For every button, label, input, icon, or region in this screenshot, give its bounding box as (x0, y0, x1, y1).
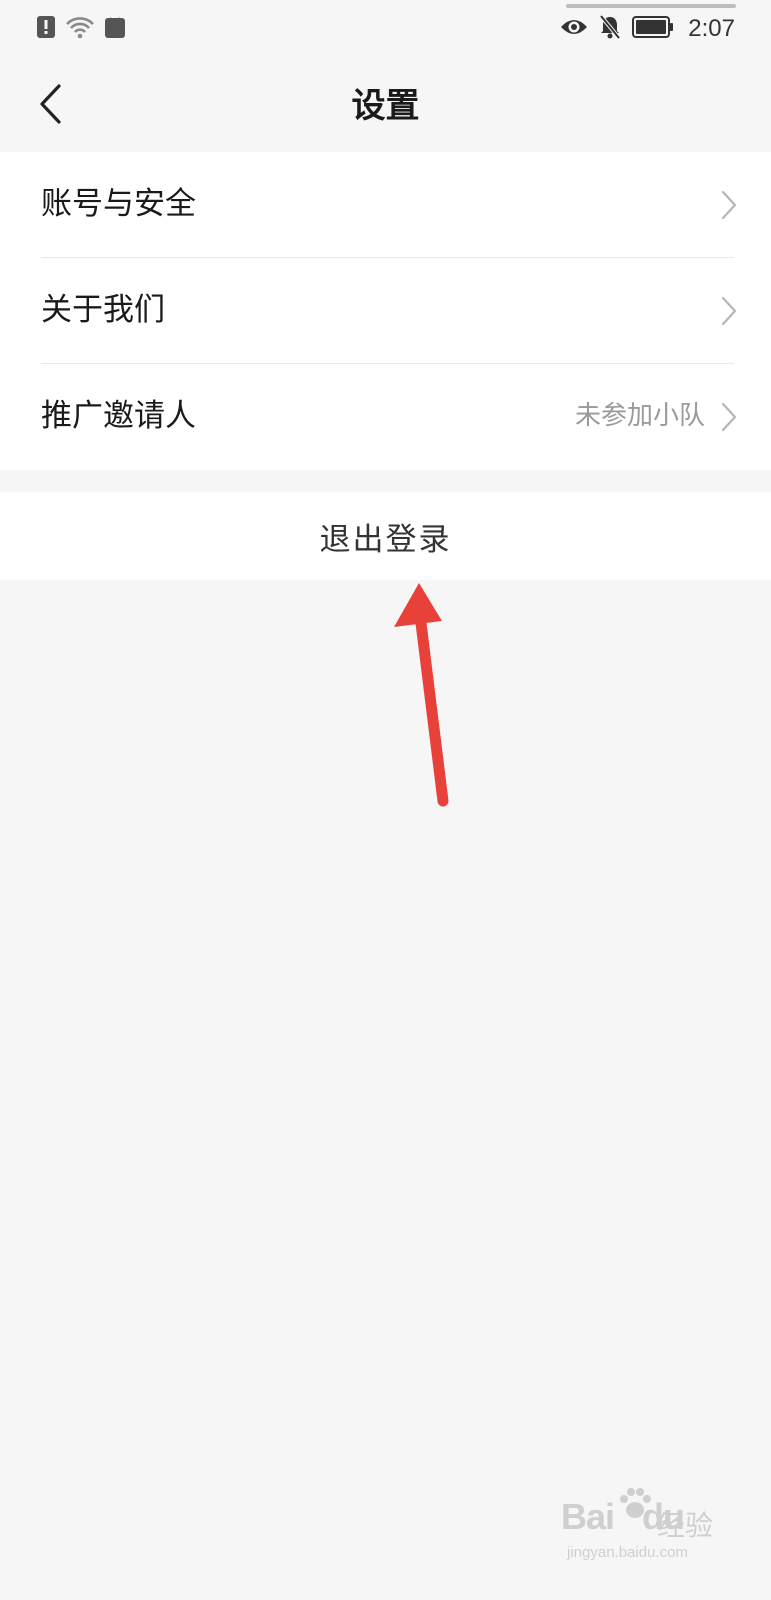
status-bar: 2:07 (0, 0, 771, 60)
eye-icon (560, 17, 588, 41)
logout-label: 退出登录 (319, 521, 452, 558)
wifi-icon (65, 15, 95, 43)
settings-list: 账号与安全 关于我们 推广邀请人 未参加小队 (0, 152, 771, 470)
baidu-jingyan-watermark: Bai du 经验 jingyan.baidu.com (561, 1488, 731, 1570)
page-title: 设置 (351, 86, 420, 126)
watermark-url: jingyan.baidu.com (567, 1544, 688, 1561)
status-time: 2:07 (688, 15, 735, 42)
status-bar-indicator (566, 4, 736, 8)
nav-bar: 设置 (0, 60, 771, 152)
chevron-right-icon (719, 189, 739, 221)
settings-item-value: 未参加小队 (574, 401, 705, 431)
bell-off-icon (598, 14, 622, 44)
paw-icon (617, 1484, 653, 1528)
settings-item-label: 账号与安全 (41, 186, 196, 222)
status-bar-right: 2:07 (560, 14, 735, 44)
huawei-icon (104, 15, 126, 43)
chevron-right-icon (719, 401, 739, 433)
settings-item-about-us[interactable]: 关于我们 (0, 258, 771, 364)
settings-item-referrer[interactable]: 推广邀请人 未参加小队 (0, 364, 771, 470)
status-bar-left (36, 16, 126, 42)
watermark-product: 经验 (657, 1509, 714, 1542)
watermark-brand: Bai (561, 1496, 615, 1537)
settings-item-account-security[interactable]: 账号与安全 (0, 152, 771, 258)
logout-button[interactable]: 退出登录 (0, 492, 771, 580)
chevron-right-icon (719, 295, 739, 327)
battery-icon (632, 16, 674, 42)
alert-icon (36, 15, 56, 43)
settings-item-label: 关于我们 (41, 292, 165, 328)
annotation-arrow-icon (394, 583, 449, 807)
settings-item-label: 推广邀请人 (41, 398, 196, 434)
